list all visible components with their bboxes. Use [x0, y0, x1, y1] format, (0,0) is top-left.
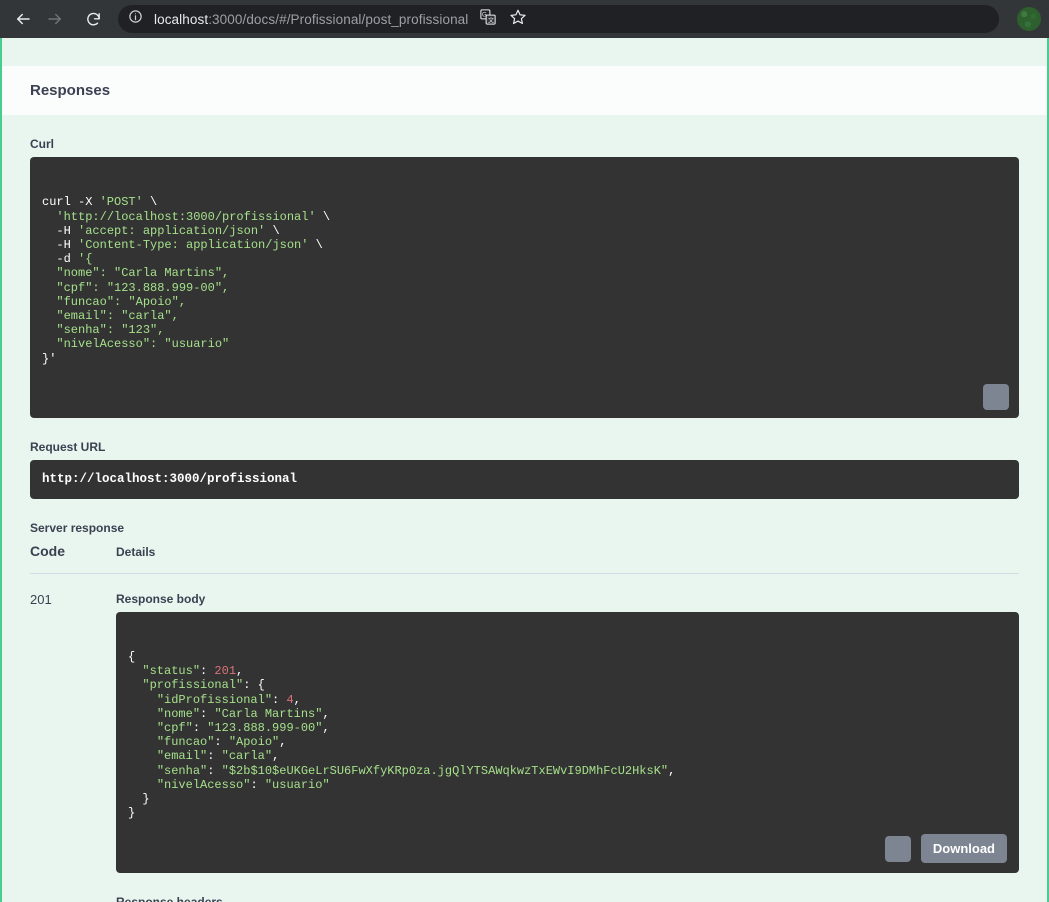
table-row: 201 Response body { "status": 201, "prof…	[30, 574, 1019, 902]
responses-body: Curl curl -X 'POST' \ 'http://localhost:…	[2, 137, 1047, 902]
response-code-value: 201	[30, 591, 52, 607]
svg-text:G: G	[482, 12, 487, 18]
column-header-code: Code	[30, 542, 65, 559]
response-body-label: Response body	[116, 591, 206, 606]
translate-button[interactable]: G 文	[476, 7, 500, 31]
request-url-block: http://localhost:3000/profissional	[30, 460, 1019, 499]
copy-response-button[interactable]	[884, 835, 967, 862]
panel-top-spacer	[2, 38, 1047, 66]
address-bar[interactable]: localhost:3000/docs/#/Profissional/post_…	[118, 5, 999, 33]
response-details-cell: Response body { "status": 201, "profissi…	[116, 592, 1019, 902]
site-info-icon	[128, 9, 143, 29]
forward-button[interactable]	[40, 4, 70, 34]
url-host: localhost	[154, 11, 209, 27]
server-response-table: Code Details 201 Response body { "status…	[30, 543, 1019, 902]
response-body-actions: Download	[884, 834, 1007, 864]
translate-icon: G 文	[479, 8, 497, 31]
response-body-text: { "status": 201, "profissional": { "idPr…	[128, 650, 676, 821]
request-url-label: Request URL	[30, 440, 106, 455]
download-button[interactable]: Download	[920, 834, 1007, 864]
curl-code-block: curl -X 'POST' \ 'http://localhost:3000/…	[30, 157, 1019, 419]
response-headers-label: Response headers	[116, 895, 1019, 902]
url-path: :3000/docs/#/Profissional/post_profissio…	[208, 11, 469, 27]
copy-clipboard-icon	[953, 374, 1020, 419]
reload-icon	[85, 11, 102, 28]
back-button[interactable]	[8, 4, 38, 34]
omnibox-actions: G 文	[476, 7, 530, 31]
url-text: localhost:3000/docs/#/Profissional/post_…	[154, 12, 468, 27]
back-arrow-icon	[14, 10, 32, 28]
curl-code-text: curl -X 'POST' \ 'http://localhost:3000/…	[42, 195, 331, 366]
copy-curl-button[interactable]	[983, 384, 1009, 411]
response-body-block: { "status": 201, "profissional": { "idPr…	[116, 611, 1019, 874]
bookmark-button[interactable]	[506, 7, 530, 31]
curl-label: Curl	[30, 137, 54, 151]
swagger-operation-panel: Responses Curl curl -X 'POST' \ 'http://…	[0, 38, 1049, 902]
column-header-details: Details	[116, 544, 156, 559]
forward-arrow-icon	[46, 10, 64, 28]
server-response-label: Server response	[30, 520, 125, 535]
responses-section-header: Responses	[2, 66, 1047, 115]
browser-toolbar: localhost:3000/docs/#/Profissional/post_…	[0, 0, 1049, 38]
table-header-row: Code Details	[30, 543, 1019, 574]
profile-avatar[interactable]	[1017, 7, 1041, 31]
site-info-button[interactable]	[124, 8, 146, 30]
star-icon	[509, 8, 527, 31]
reload-button[interactable]	[78, 4, 108, 34]
